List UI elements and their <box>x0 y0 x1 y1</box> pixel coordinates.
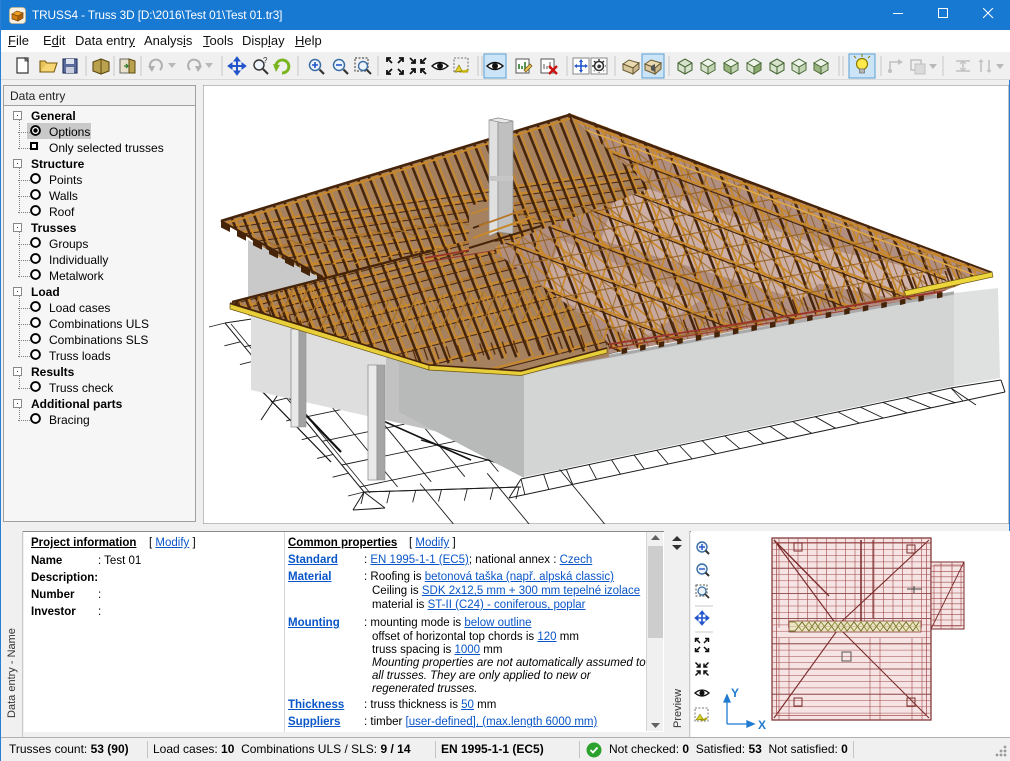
svg-text:X: X <box>758 718 766 732</box>
svg-text:?: ? <box>263 56 268 65</box>
svg-text:Y: Y <box>731 686 739 700</box>
